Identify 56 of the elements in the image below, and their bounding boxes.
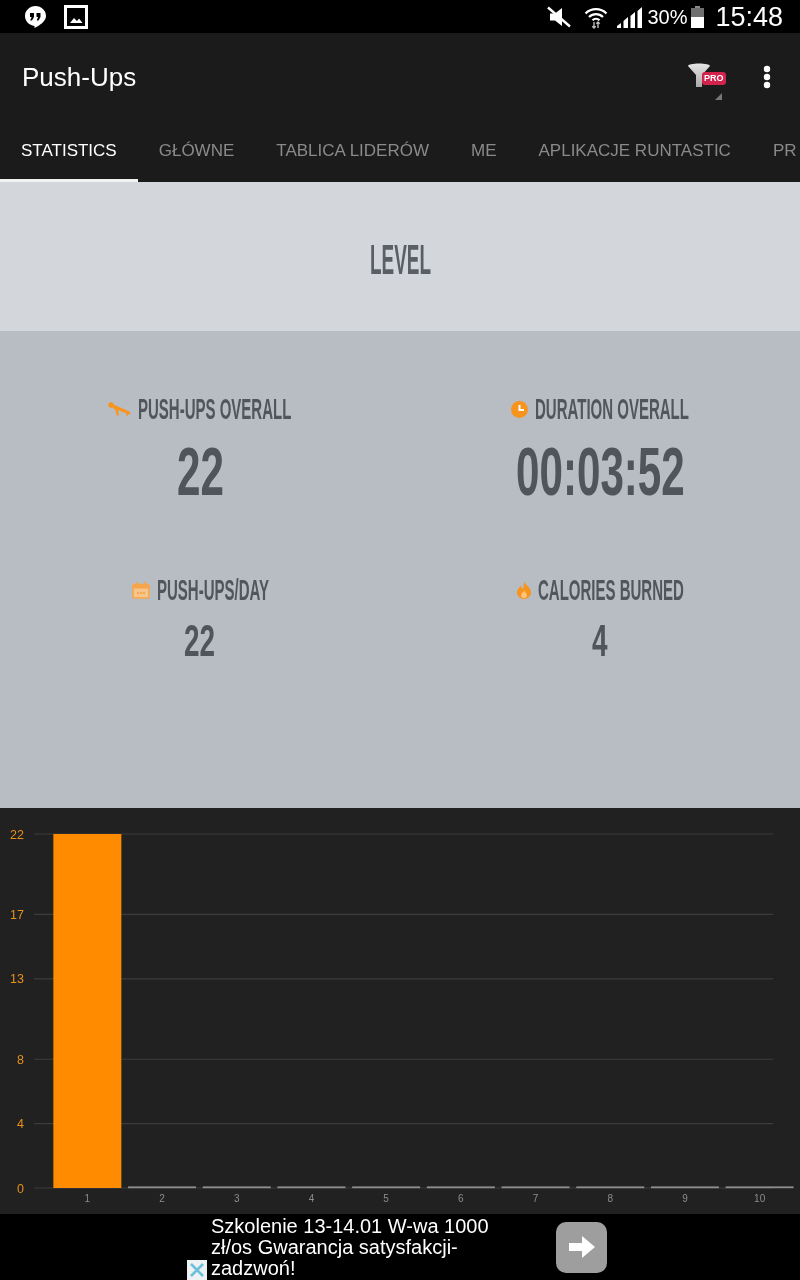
x-axis-label: 10 xyxy=(754,1193,766,1204)
flame-icon xyxy=(516,581,531,599)
mute-icon xyxy=(546,5,573,28)
x-axis-label: 7 xyxy=(532,1193,539,1204)
tab[interactable]: ME xyxy=(450,120,518,182)
stat-label: CALORIES BURNED xyxy=(537,575,684,605)
bar xyxy=(277,1186,346,1189)
bar xyxy=(576,1186,645,1189)
stat-value: 22 xyxy=(184,617,216,665)
calendar-icon xyxy=(131,581,150,599)
bar xyxy=(501,1186,570,1189)
ad-text: Szkolenie 13-14.01 W-wa 1000 zł/os Gwarancja satysfakcji-zadzwoń! xyxy=(211,1214,490,1280)
x-axis-label: 5 xyxy=(383,1193,389,1204)
y-axis-label: 22 xyxy=(10,827,24,842)
stat-value: 4 xyxy=(592,617,608,665)
level-title: LEVEL xyxy=(369,233,431,281)
bar xyxy=(650,1186,719,1189)
x-axis-label: 8 xyxy=(607,1193,614,1204)
stat-value: 22 xyxy=(176,436,224,506)
clock-icon xyxy=(511,400,529,418)
pro-badge: PRO xyxy=(702,71,726,85)
x-axis-label: 1 xyxy=(84,1193,91,1204)
stat-label: PUSH-UPS OVERALL xyxy=(138,394,292,424)
y-axis-label: 8 xyxy=(17,1052,24,1067)
x-axis-label: 2 xyxy=(159,1193,165,1204)
tab[interactable]: GŁÓWNE xyxy=(137,120,256,182)
tab[interactable]: APLIKACJE RUNTASTIC xyxy=(517,120,752,182)
x-axis-label: 6 xyxy=(458,1193,464,1204)
bar xyxy=(725,1186,794,1189)
y-axis-label: 13 xyxy=(10,972,24,987)
tab[interactable]: PR xyxy=(751,120,800,182)
stat-label: DURATION OVERALL xyxy=(535,394,689,424)
bar xyxy=(202,1186,271,1189)
filter-button[interactable]: PRO xyxy=(685,60,725,101)
chat-bubble-icon xyxy=(25,5,46,28)
y-axis-label: 0 xyxy=(17,1181,24,1196)
push-up-figure-icon xyxy=(108,402,132,416)
bar xyxy=(352,1186,421,1189)
battery-percent: 30% xyxy=(647,5,688,28)
x-axis-label: 3 xyxy=(233,1193,240,1204)
image-icon xyxy=(64,4,88,29)
bar xyxy=(426,1186,495,1189)
x-axis-label: 4 xyxy=(308,1193,315,1204)
arrow-right-icon xyxy=(568,1236,595,1258)
stat-value: 00:03:52 xyxy=(515,436,685,506)
clock-time: 15:48 xyxy=(715,1,783,32)
tab[interactable]: TABLICA LIDERÓW xyxy=(255,120,450,182)
x-axis-label: 9 xyxy=(682,1193,688,1204)
battery-icon xyxy=(691,5,705,28)
overflow-menu-icon[interactable] xyxy=(763,64,771,89)
y-axis-label: 17 xyxy=(10,907,24,922)
arrow-button[interactable] xyxy=(556,1221,607,1273)
stat-label: PUSH-UPS/DAY xyxy=(156,575,269,605)
bar xyxy=(128,1186,197,1189)
y-axis-label: 4 xyxy=(17,1117,24,1132)
app-title: Push-Ups xyxy=(22,61,138,92)
